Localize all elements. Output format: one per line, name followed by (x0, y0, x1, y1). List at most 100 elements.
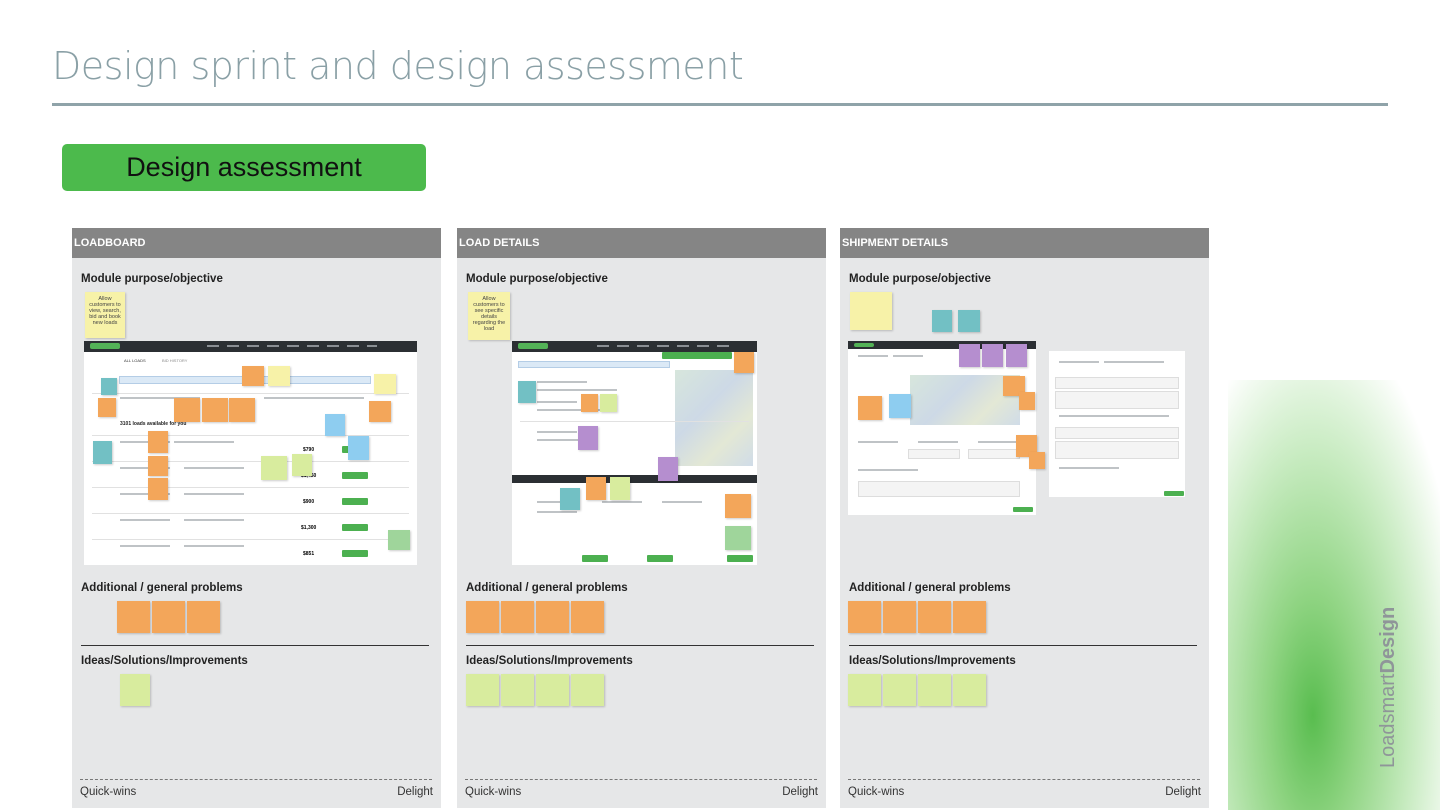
sticky-note[interactable] (261, 456, 287, 480)
idea-sticky[interactable] (536, 674, 569, 706)
sticky-note[interactable] (369, 401, 391, 422)
book-button[interactable] (342, 524, 368, 531)
action-button[interactable] (1013, 507, 1033, 512)
detail-line (537, 381, 587, 383)
book-button[interactable] (342, 498, 368, 505)
sticky-note[interactable] (725, 494, 751, 518)
sticky-note[interactable] (98, 398, 116, 417)
ideas-heading: Ideas/Solutions/Improvements (849, 655, 1016, 667)
sticky-note[interactable] (268, 366, 290, 386)
problem-sticky[interactable] (117, 601, 150, 633)
sticky-note[interactable] (148, 478, 168, 500)
sticky-note[interactable] (229, 398, 255, 422)
section-divider (466, 645, 814, 646)
detail-line (858, 469, 918, 471)
problem-sticky[interactable] (918, 601, 951, 633)
sticky-note[interactable] (93, 441, 112, 464)
sticky-note[interactable] (600, 394, 617, 412)
idea-sticky[interactable] (501, 674, 534, 706)
detail-block (1055, 441, 1179, 459)
problem-sticky[interactable] (501, 601, 534, 633)
ideas-heading: Ideas/Solutions/Improvements (466, 655, 633, 667)
sticky-note[interactable] (932, 310, 952, 332)
book-button[interactable] (582, 555, 608, 562)
table-row (92, 487, 409, 488)
sticky-note[interactable] (374, 374, 396, 394)
sticky-note[interactable] (889, 394, 911, 418)
detail-line (537, 401, 577, 403)
problem-sticky[interactable] (953, 601, 986, 633)
idea-sticky[interactable] (466, 674, 499, 706)
sticky-note[interactable] (734, 352, 754, 373)
sticky-note[interactable] (858, 396, 882, 420)
action-button[interactable] (1164, 491, 1184, 496)
row-destination (184, 545, 244, 547)
sticky-note[interactable] (292, 454, 312, 476)
sticky-note[interactable] (1019, 392, 1035, 410)
sticky-note[interactable] (581, 394, 598, 412)
problem-sticky[interactable] (536, 601, 569, 633)
problem-sticky[interactable] (152, 601, 185, 633)
purpose-sticky-note[interactable]: Allow customers to view, search, bid and… (85, 292, 125, 338)
sticky-note[interactable] (1029, 452, 1045, 469)
sticky-note[interactable] (202, 398, 228, 422)
sticky-note[interactable] (148, 456, 168, 476)
book-button[interactable] (342, 472, 368, 479)
sticky-note[interactable] (560, 488, 580, 510)
table-row (92, 461, 409, 462)
scale-line (465, 779, 817, 780)
sticky-note[interactable] (325, 414, 345, 436)
scale-line (80, 779, 432, 780)
purpose-sticky-note[interactable] (850, 292, 892, 330)
sticky-note[interactable] (174, 398, 200, 422)
sticky-note[interactable] (578, 426, 598, 450)
sticky-note[interactable] (658, 457, 678, 481)
idea-sticky[interactable] (953, 674, 986, 706)
row-price: $1,300 (301, 525, 317, 531)
row-destination (174, 441, 234, 443)
ideas-heading: Ideas/Solutions/Improvements (81, 655, 248, 667)
purpose-sticky-note[interactable]: Allow customers to see specific details … (468, 292, 510, 340)
idea-sticky[interactable] (120, 674, 150, 706)
section-divider (81, 645, 429, 646)
sticky-note[interactable] (1006, 344, 1027, 367)
sticky-note[interactable] (610, 477, 630, 500)
problems-heading: Additional / general problems (81, 582, 243, 594)
sticky-note[interactable] (148, 431, 168, 453)
sticky-note[interactable] (959, 344, 980, 367)
sticky-note[interactable] (982, 344, 1003, 367)
route-map (675, 370, 753, 466)
app-navbar (512, 341, 757, 352)
sticky-note[interactable] (242, 366, 264, 386)
sticky-note[interactable] (518, 381, 536, 403)
problem-sticky[interactable] (187, 601, 220, 633)
book-button[interactable] (727, 555, 753, 562)
problem-sticky[interactable] (883, 601, 916, 633)
detail-line (537, 389, 617, 391)
book-button[interactable] (342, 550, 368, 557)
problem-sticky[interactable] (466, 601, 499, 633)
sticky-note[interactable] (958, 310, 980, 332)
idea-sticky[interactable] (918, 674, 951, 706)
search-row (92, 393, 409, 394)
sticky-note[interactable] (388, 530, 410, 550)
sticky-note[interactable] (101, 378, 117, 395)
section-pill: Design assessment (62, 144, 426, 191)
sticky-note[interactable] (586, 477, 606, 500)
scale-delight: Delight (397, 786, 433, 798)
detail-block (858, 481, 1020, 497)
detail-line (893, 355, 923, 357)
sticky-note[interactable] (348, 436, 369, 460)
idea-sticky[interactable] (883, 674, 916, 706)
book-button[interactable] (647, 555, 673, 562)
problem-sticky[interactable] (571, 601, 604, 633)
action-button[interactable] (662, 352, 732, 359)
sticky-note[interactable] (725, 526, 751, 550)
detail-line (537, 511, 577, 513)
idea-sticky[interactable] (571, 674, 604, 706)
problem-sticky[interactable] (848, 601, 881, 633)
row-destination (184, 493, 244, 495)
brand-bold: Design (1377, 606, 1399, 674)
idea-sticky[interactable] (848, 674, 881, 706)
page-title: Design sprint and design assessment (52, 44, 744, 88)
